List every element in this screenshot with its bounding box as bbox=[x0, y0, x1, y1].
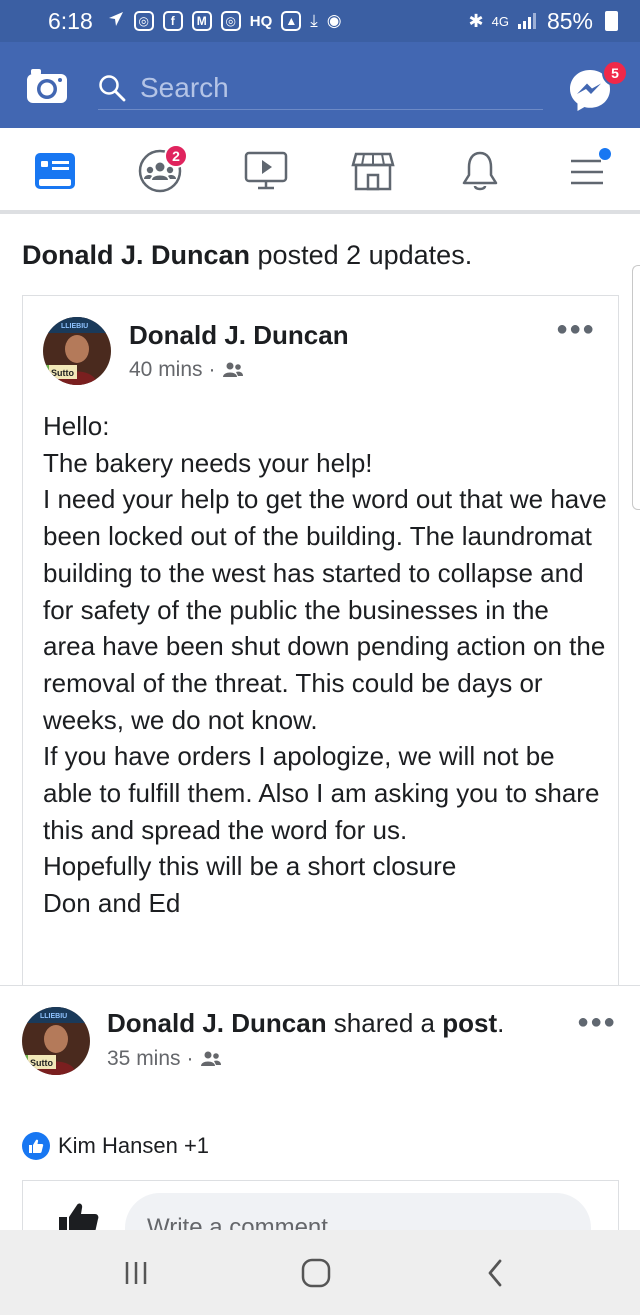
battery-percent: 85% bbox=[546, 7, 593, 34]
post2-object-link[interactable]: post bbox=[442, 1008, 497, 1038]
like-reaction-icon bbox=[22, 1132, 50, 1160]
watch-video-icon bbox=[244, 151, 288, 190]
profile-photo: Sutto LLIEBIU bbox=[43, 317, 111, 385]
comment-row bbox=[22, 1180, 619, 1230]
meta-separator: · bbox=[208, 358, 216, 381]
signal-icon bbox=[517, 8, 539, 35]
reactions-text: Kim Hansen +1 bbox=[58, 1133, 210, 1158]
tab-menu[interactable] bbox=[561, 146, 613, 196]
notification-icons: ◎ f M ◎ HQ ▲ ⤓ ◉ bbox=[107, 10, 342, 33]
instagram-icon-2: ◎ bbox=[220, 11, 241, 31]
comment-input[interactable] bbox=[125, 1193, 591, 1230]
post-meta: 40 mins · bbox=[129, 358, 244, 382]
system-navigation-bar bbox=[0, 1230, 640, 1315]
recent-apps-button[interactable] bbox=[118, 1256, 154, 1290]
post-options-button[interactable]: ●●● bbox=[556, 318, 595, 341]
network-type-label: 4G bbox=[491, 13, 509, 29]
summary-author-link[interactable]: Donald J. Duncan bbox=[22, 240, 250, 270]
back-chevron-icon bbox=[488, 1259, 502, 1287]
tab-notifications[interactable] bbox=[454, 146, 506, 196]
avatar-2-sign-text: Sutto bbox=[30, 1058, 53, 1068]
search-input[interactable] bbox=[140, 71, 520, 104]
post2-meta: 35 mins · bbox=[107, 1047, 222, 1071]
post-timestamp[interactable]: 40 mins bbox=[129, 358, 203, 382]
friends-audience-icon bbox=[222, 362, 243, 377]
post-card: Sutto LLIEBIU Donald J. Duncan 40 mins ·… bbox=[22, 295, 619, 985]
update-summary: Donald J. Duncan posted 2 updates. bbox=[22, 240, 472, 271]
post2-action: shared a bbox=[326, 1008, 443, 1038]
groups-badge: 2 bbox=[164, 144, 188, 168]
recent-apps-icon bbox=[125, 1262, 147, 1284]
like-button-icon[interactable] bbox=[57, 1201, 101, 1230]
tab-bar: 2 bbox=[0, 128, 640, 214]
friends-audience-icon-2 bbox=[200, 1051, 221, 1066]
hq-icon: HQ bbox=[249, 12, 273, 30]
news-feed-icon bbox=[35, 153, 75, 189]
post-author[interactable]: Donald J. Duncan bbox=[129, 320, 349, 351]
profile-photo-2: Sutto LLIEBIU bbox=[22, 1007, 90, 1075]
clock: 6:18 bbox=[48, 7, 93, 34]
avatar-sign-text: Sutto bbox=[51, 368, 74, 378]
tab-groups[interactable]: 2 bbox=[134, 144, 188, 196]
instagram-icon: ◎ bbox=[133, 11, 154, 31]
post2-author[interactable]: Donald J. Duncan bbox=[107, 1008, 327, 1038]
status-bar: 6:18 ◎ f M ◎ HQ ▲ ⤓ ◉ ✱ 4G 85% bbox=[0, 0, 640, 42]
camera-button[interactable] bbox=[26, 68, 68, 104]
home-button[interactable] bbox=[298, 1256, 334, 1290]
scroll-handle[interactable] bbox=[632, 265, 640, 510]
facebook-icon: f bbox=[162, 11, 183, 31]
menu-notification-dot bbox=[599, 148, 611, 160]
post2-options-button[interactable]: ●●● bbox=[577, 1011, 616, 1034]
tab-watch[interactable] bbox=[240, 146, 292, 196]
battery-icon bbox=[605, 11, 618, 31]
location-arrow-icon bbox=[107, 10, 125, 33]
back-button[interactable] bbox=[478, 1256, 514, 1290]
home-icon bbox=[301, 1258, 331, 1288]
tab-marketplace[interactable] bbox=[347, 146, 399, 196]
avatar-2-banner-text: LLIEBIU bbox=[40, 1013, 67, 1020]
avatar-banner-text: LLIEBIU bbox=[61, 323, 88, 330]
messenger-badge: 5 bbox=[602, 60, 628, 86]
gallery-icon: ▲ bbox=[281, 11, 302, 31]
gmail-icon: M bbox=[191, 11, 212, 31]
app-header: 5 bbox=[0, 42, 640, 128]
avatar[interactable]: Sutto LLIEBIU bbox=[43, 317, 111, 385]
reactions-summary[interactable]: Kim Hansen +1 bbox=[22, 1132, 209, 1160]
post2-meta-separator: · bbox=[186, 1047, 194, 1070]
summary-text: posted 2 updates. bbox=[250, 240, 473, 270]
search-icon bbox=[99, 74, 126, 101]
marketplace-icon bbox=[351, 152, 395, 191]
post2-period: . bbox=[497, 1008, 505, 1038]
post-body: Hello: The bakery needs your help! I nee… bbox=[43, 411, 607, 919]
camera-icon bbox=[27, 69, 67, 103]
podcast-icon: ◉ bbox=[326, 11, 342, 30]
download-icon: ⤓ bbox=[310, 11, 318, 30]
bell-icon bbox=[462, 151, 498, 191]
search-bar[interactable] bbox=[98, 66, 543, 110]
post2-timestamp[interactable]: 35 mins bbox=[107, 1047, 181, 1071]
shared-headline: Donald J. Duncan shared a post. bbox=[107, 1008, 504, 1039]
avatar-2[interactable]: Sutto LLIEBIU bbox=[22, 1007, 90, 1075]
tab-news-feed[interactable] bbox=[29, 146, 81, 196]
bluetooth-icon: ✱ bbox=[468, 10, 484, 31]
messenger-button[interactable]: 5 bbox=[566, 60, 628, 114]
